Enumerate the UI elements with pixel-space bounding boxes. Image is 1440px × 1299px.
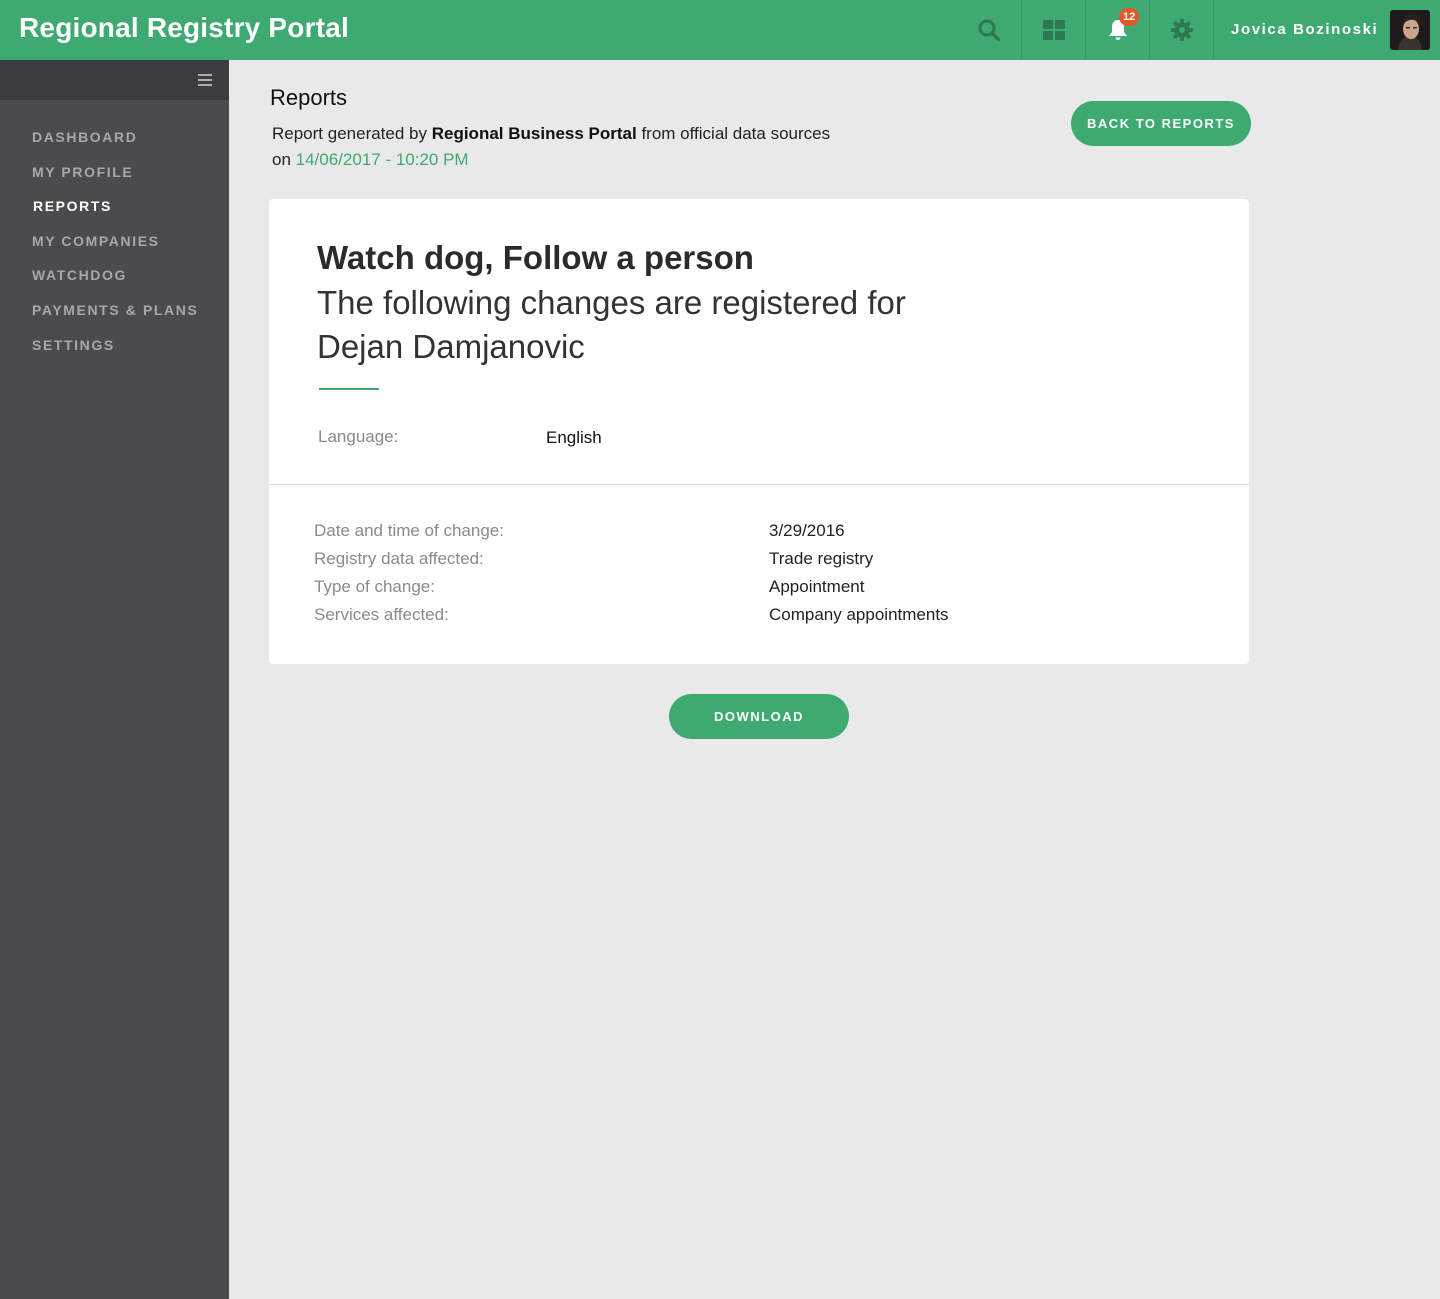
change-details: Date and time of change: 3/29/2016 Regis… [314,521,1214,633]
grid-icon [1042,20,1065,40]
settings-button[interactable] [1149,0,1213,60]
detail-row: Services affected: Company appointments [314,605,1214,633]
sidebar-item-my-companies[interactable]: MY COMPANIES [0,233,229,268]
sidebar-item-my-profile[interactable]: MY PROFILE [0,164,229,199]
detail-label-type: Type of change: [314,577,435,596]
detail-value-services: Company appointments [769,605,949,624]
report-card: Watch dog, Follow a person The following… [269,199,1249,664]
language-value: English [546,428,602,447]
detail-label-registry: Registry data affected: [314,549,484,568]
gear-icon [1170,19,1193,41]
detail-label-services: Services affected: [314,605,449,624]
user-name[interactable]: Jovica Bozinoski [1231,21,1378,38]
detail-row: Type of change: Appointment [314,577,1214,605]
page-title: Reports [270,85,348,110]
detail-row: Date and time of change: 3/29/2016 [314,521,1214,549]
sidebar-item-reports[interactable]: REPORTS [0,198,229,233]
notification-badge: 12 [1119,8,1140,26]
generated-date: 14/06/2017 - 10:20 PM [295,150,469,169]
sidebar: DASHBOARD MY PROFILE REPORTS MY COMPANIE… [0,60,229,1299]
avatar-image [1390,10,1430,50]
generated-by-prefix: Report generated by [272,124,432,143]
report-generation-info: Report generated by Regional Business Po… [272,121,972,173]
generated-on-prefix: on [272,150,296,169]
app-title[interactable]: Regional Registry Portal [19,12,349,44]
sidebar-item-watchdog[interactable]: WATCHDOG [0,267,229,302]
card-divider [269,484,1249,485]
sidebar-item-settings[interactable]: SETTINGS [0,337,229,372]
report-subtitle: The following changes are registered for… [317,284,906,365]
sidebar-item-payments-plans[interactable]: PAYMENTS & PLANS [0,302,229,337]
download-button[interactable]: DOWNLOAD [669,694,849,739]
back-to-reports-button[interactable]: BACK TO REPORTS [1071,101,1251,146]
avatar[interactable] [1390,10,1430,50]
sidebar-header [0,60,229,100]
search-icon [978,19,1001,42]
detail-value-type: Appointment [769,577,865,596]
sidebar-nav: DASHBOARD MY PROFILE REPORTS MY COMPANIE… [0,129,229,371]
top-bar: Regional Registry Portal 12 Jovica Bozin… [0,0,1440,60]
generated-by-source: Regional Business Portal [431,124,637,143]
sidebar-item-dashboard[interactable]: DASHBOARD [0,129,229,164]
generated-by-suffix: from official data sources [636,124,831,143]
user-menu[interactable]: Jovica Bozinoski [1213,0,1440,60]
dashboard-grid-button[interactable] [1021,0,1085,60]
report-title: Watch dog, Follow a person [317,239,754,276]
detail-value-registry: Trade registry [769,549,874,568]
search-button[interactable] [957,0,1021,60]
detail-label-date: Date and time of change: [314,521,504,540]
language-label: Language: [318,427,399,446]
detail-value-date: 3/29/2016 [769,521,845,540]
menu-toggle-icon[interactable] [198,74,212,86]
detail-row: Registry data affected: Trade registry [314,549,1214,577]
notifications-button[interactable]: 12 [1085,0,1149,60]
title-accent-divider [319,388,379,390]
